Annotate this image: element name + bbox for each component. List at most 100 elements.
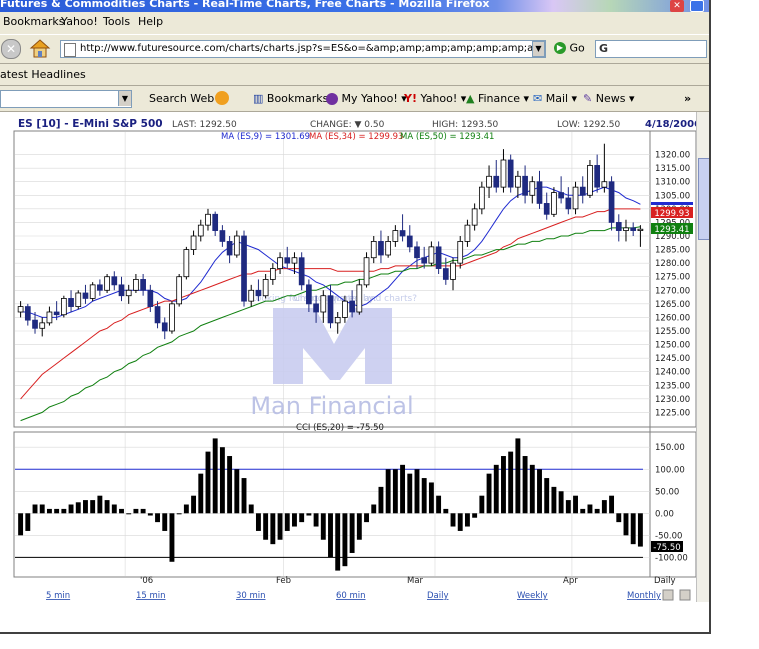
cci-bar	[306, 513, 312, 516]
search-box[interactable]: G	[595, 40, 707, 58]
cci-bar	[54, 508, 60, 514]
cci-bar	[205, 451, 211, 514]
cci-bar	[565, 500, 571, 514]
cci-bar	[537, 469, 542, 514]
scroll-right-button[interactable]	[679, 589, 691, 601]
period-link-5min[interactable]: 5 min	[46, 591, 70, 601]
price-candle	[587, 160, 593, 198]
go-button[interactable]: ▶ Go	[554, 41, 585, 57]
cci-bar	[407, 473, 413, 514]
cci-bar	[551, 486, 557, 514]
cci-bar	[18, 513, 24, 536]
cci-bar	[320, 513, 326, 540]
cci-bar	[464, 513, 470, 527]
cci-bar	[616, 513, 622, 523]
pencil-icon[interactable]	[215, 91, 229, 105]
cci-bar	[385, 469, 391, 514]
logo-text: Man Financial	[250, 392, 413, 420]
period-link-monthly[interactable]: Monthly	[627, 591, 661, 601]
cci-bar	[111, 504, 117, 514]
menu-yahoo[interactable]: Yahoo!	[61, 15, 98, 28]
my-yahoo-button[interactable]: My Yahoo! ▾	[326, 92, 407, 105]
search-web-button[interactable]: Search Web ▾	[149, 92, 223, 105]
url-bar[interactable]: http://www.futuresource.com/charts/chart…	[60, 40, 546, 58]
price-candle	[608, 176, 615, 231]
cci-bar	[32, 504, 38, 514]
restore-button[interactable]: ✕	[670, 0, 684, 12]
cci-bar	[270, 513, 276, 545]
cci-bar	[191, 495, 197, 514]
price-tick-label: 1230.00	[655, 395, 690, 405]
home-icon[interactable]	[29, 38, 51, 58]
bookmarks-icon: ▥	[253, 92, 264, 105]
period-link-30min[interactable]: 30 min	[236, 591, 266, 601]
page-scrollbar[interactable]	[696, 112, 709, 602]
cci-bar	[255, 513, 261, 531]
toolbar-search-dropdown[interactable]: ▼	[118, 91, 131, 106]
cci-bar	[119, 508, 124, 514]
price-tick-label: 1285.00	[655, 246, 690, 256]
period-link-daily[interactable]: Daily	[427, 591, 449, 601]
news-icon: ✎	[583, 92, 593, 105]
window-title: Futures & Commodities Charts - Real-Time…	[0, 0, 490, 10]
finance-button[interactable]: ▲ Finance ▾	[466, 92, 529, 105]
ma50-label: MA (ES,50) = 1293.41	[400, 132, 494, 142]
price-candle	[363, 252, 370, 288]
price-candle	[507, 154, 514, 193]
period-link-15min[interactable]: 15 min	[136, 591, 166, 601]
period-link-weekly[interactable]: Weekly	[517, 591, 548, 601]
cci-bar	[328, 513, 333, 558]
cci-bar	[428, 482, 434, 514]
cci-bar	[637, 513, 643, 547]
symbol-title: ES [10] - E-Mini S&P 500	[18, 118, 163, 130]
cci-bar	[580, 508, 586, 514]
price-tick-label: 1255.00	[655, 327, 690, 337]
scroll-left-button[interactable]	[662, 589, 674, 601]
cci-bar	[155, 513, 160, 523]
last-price: LAST: 1292.50	[172, 120, 237, 130]
cci-bar	[313, 513, 319, 527]
price-tick-label: 1280.00	[655, 259, 690, 269]
ma34-flag-text: 1299.93	[654, 209, 689, 219]
futures-chart: Looking for stock quotes and charts? Cha…	[13, 118, 701, 601]
title-bar[interactable]: Futures & Commodities Charts - Real-Time…	[0, 0, 709, 12]
navigation-toolbar: ✕ http://www.futuresource.com/charts/cha…	[0, 34, 709, 64]
yahoo-button[interactable]: Y! Yahoo! ▾	[404, 92, 466, 105]
cci-bar	[227, 456, 233, 514]
cci-flag-text: -75.50	[653, 543, 680, 553]
news-button[interactable]: ✎ News ▾	[583, 92, 634, 105]
headlines-label[interactable]: atest Headlines	[0, 68, 86, 81]
cci-bar	[443, 508, 449, 514]
period-link-60min[interactable]: 60 min	[336, 591, 366, 601]
cci-bar	[515, 438, 521, 514]
cci-bar	[126, 513, 132, 515]
time-label-06: '06	[140, 576, 153, 586]
maximize-button[interactable]	[690, 0, 704, 12]
cci-bar	[75, 502, 81, 514]
cci-bar	[349, 513, 355, 553]
mail-icon: ✉	[533, 92, 543, 105]
scrollbar-thumb[interactable]	[698, 158, 709, 240]
menu-bookmarks[interactable]: Bookmarks	[3, 15, 64, 28]
cci-bar	[493, 464, 499, 514]
price-candle	[241, 230, 247, 307]
url-dropdown-button[interactable]: ▼	[532, 41, 545, 57]
bookmarks-button[interactable]: ▥ Bookmarks ▾	[253, 92, 337, 105]
stop-button[interactable]: ✕	[1, 39, 21, 59]
period-links: 5 min 15 min 30 min 60 min Daily Weekly …	[46, 591, 661, 601]
menu-help[interactable]: Help	[138, 15, 163, 28]
toolbar-search-input[interactable]	[0, 90, 132, 108]
mail-button[interactable]: ✉ Mail ▾	[533, 92, 577, 105]
price-candle	[75, 290, 82, 310]
menu-tools[interactable]: Tools	[103, 15, 130, 28]
toolbar-overflow-button[interactable]: »	[684, 92, 691, 105]
cci-bar	[133, 508, 139, 514]
cci-bar	[436, 495, 442, 514]
price-candle	[356, 279, 363, 315]
price-candle	[169, 301, 175, 334]
yahoo-icon: Y!	[404, 92, 417, 105]
menu-bar: Bookmarks Yahoo! Tools Help	[0, 12, 709, 32]
page-icon	[64, 43, 76, 57]
cci-bar	[299, 513, 305, 523]
cci-bar	[472, 513, 478, 518]
